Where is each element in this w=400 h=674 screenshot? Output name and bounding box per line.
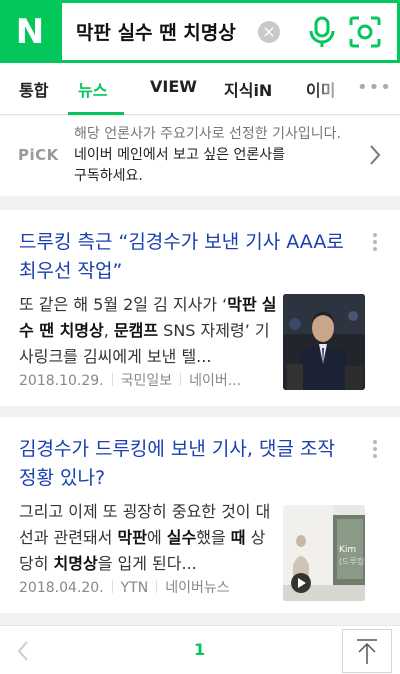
summary-text: 했을 (196, 528, 231, 547)
thumbnail-caption-sub: (드루킹) (339, 557, 365, 566)
highlighted-keyword: 막판 (227, 295, 257, 314)
camera-lens-icon[interactable] (349, 16, 381, 48)
highlighted-keyword: 때 (230, 528, 246, 547)
summary-text: , (103, 321, 114, 340)
article-meta: 2018.10.29. 국민일보 네이버... (19, 370, 241, 390)
chevron-right-icon[interactable] (368, 144, 382, 166)
naver-logo[interactable]: N (0, 0, 60, 63)
scroll-to-top-button[interactable] (342, 629, 392, 673)
highlighted-keyword: 막판 (117, 528, 147, 547)
active-tab-indicator (68, 112, 124, 115)
summary-text: 에 (146, 528, 167, 547)
search-input[interactable]: 막판 실수 땐 치명상 (76, 18, 236, 45)
tab-all[interactable]: 통합 (19, 77, 48, 101)
highlighted-keyword: 문캠프 (113, 321, 159, 340)
pick-banner[interactable]: PiCK 해당 언론사가 주요기사로 선정한 기사입니다. 네이버 메인에서 보… (0, 116, 400, 196)
close-icon[interactable]: × (258, 21, 280, 43)
article-date: 2018.04.20. (19, 580, 104, 596)
tab-news[interactable]: 뉴스 (78, 77, 107, 101)
search-tabs: 통합 뉴스 VIEW 지식iN 이미 ••• (0, 63, 400, 115)
press-name[interactable]: 국민일보 (121, 373, 173, 389)
summary-text: 또 같은 해 5월 2일 김 지사가 ‘ (19, 295, 228, 314)
tab-fade (310, 63, 350, 114)
current-page[interactable]: 1 (194, 640, 205, 659)
video-thumbnail[interactable]: Kim (드루킹) (283, 505, 365, 601)
highlighted-keyword: 치명상 (53, 554, 98, 573)
thumbnail-caption: Kim (339, 545, 357, 555)
play-icon[interactable] (291, 573, 311, 593)
pick-description: 해당 언론사가 주요기사로 선정한 기사입니다. 네이버 메인에서 보고 싶은 … (74, 126, 341, 184)
arrow-up-icon (357, 639, 377, 664)
naver-news-link[interactable]: 네이버뉴스 (165, 580, 229, 596)
naver-news-link[interactable]: 네이버... (189, 373, 241, 389)
chevron-left-icon[interactable] (16, 640, 30, 662)
summary-text: 을 입게 된다... (97, 554, 197, 573)
search-box[interactable]: 막판 실수 땐 치명상 × (62, 3, 397, 60)
article-title[interactable]: 김경수가 드루킹에 보낸 기사, 댓글 조작 정황 있나? (19, 435, 359, 493)
highlighted-keyword: 실수 (166, 528, 197, 547)
article-thumbnail[interactable] (283, 294, 365, 390)
search-header: N 막판 실수 땐 치명상 × (0, 0, 400, 63)
more-options-icon[interactable] (368, 230, 382, 254)
photo-image (283, 294, 365, 390)
article-title[interactable]: 드루킹 측근 “김경수가 보낸 기사 AAA로 최우선 작업” (19, 228, 359, 286)
tab-kin[interactable]: 지식iN (224, 77, 272, 101)
tab-view[interactable]: VIEW (150, 77, 197, 96)
more-options-icon[interactable] (368, 437, 382, 461)
article-summary[interactable]: 그리고 이제 또 굉장히 중요한 것이 대선과 관련돼서 막판에 실수했을 때 … (19, 499, 277, 577)
microphone-icon[interactable] (308, 16, 336, 48)
article-meta: 2018.04.20. YTN 네이버뉴스 (19, 577, 230, 597)
press-name[interactable]: YTN (121, 580, 149, 596)
article-date: 2018.10.29. (19, 373, 104, 389)
news-article: 드루킹 측근 “김경수가 보낸 기사 AAA로 최우선 작업” 또 같은 해 5월… (0, 210, 400, 406)
pick-label: PiCK (18, 146, 59, 164)
pagination-bar: 1 (0, 625, 400, 674)
news-article: 김경수가 드루킹에 보낸 기사, 댓글 조작 정황 있나? 그리고 이제 또 굉장… (0, 417, 400, 613)
article-summary[interactable]: 또 같은 해 5월 2일 김 지사가 ‘막판 실수 땐 치명상, 문캠프 SNS… (19, 292, 277, 370)
more-icon[interactable]: ••• (357, 77, 392, 98)
